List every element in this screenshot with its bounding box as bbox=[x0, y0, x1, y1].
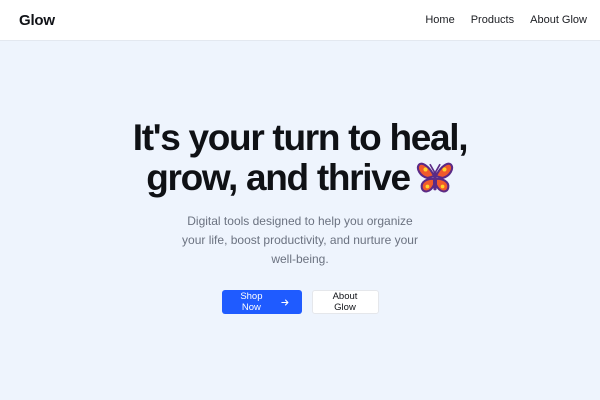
page: Glow Home Products About Glow It's your … bbox=[0, 0, 600, 400]
headline-line-1: It's your turn to heal, bbox=[132, 117, 469, 158]
top-navbar: Glow Home Products About Glow bbox=[0, 0, 600, 41]
hero-headline: It's your turn to heal, grow, and thrive bbox=[132, 117, 469, 198]
nav-link-about[interactable]: About Glow bbox=[530, 14, 587, 26]
about-glow-button[interactable]: About Glow bbox=[311, 290, 379, 314]
brand-logo[interactable]: Glow bbox=[19, 12, 55, 29]
hero-actions: Shop Now About Glow bbox=[221, 290, 379, 314]
shop-now-button[interactable]: Shop Now bbox=[221, 290, 302, 314]
shop-now-label: Shop Now bbox=[240, 291, 263, 313]
butterfly-icon bbox=[416, 162, 453, 193]
headline-line-2: grow, and thrive bbox=[146, 157, 411, 198]
main-nav: Home Products About Glow bbox=[425, 14, 587, 26]
nav-link-home[interactable]: Home bbox=[425, 14, 454, 26]
headline-line-2-wrap: grow, and thrive bbox=[133, 158, 468, 198]
nav-link-products[interactable]: Products bbox=[471, 14, 514, 26]
hero-subtitle: Digital tools designed to help you organ… bbox=[182, 214, 418, 266]
arrow-right-icon bbox=[281, 299, 289, 305]
hero-section: It's your turn to heal, grow, and thrive bbox=[0, 41, 600, 400]
